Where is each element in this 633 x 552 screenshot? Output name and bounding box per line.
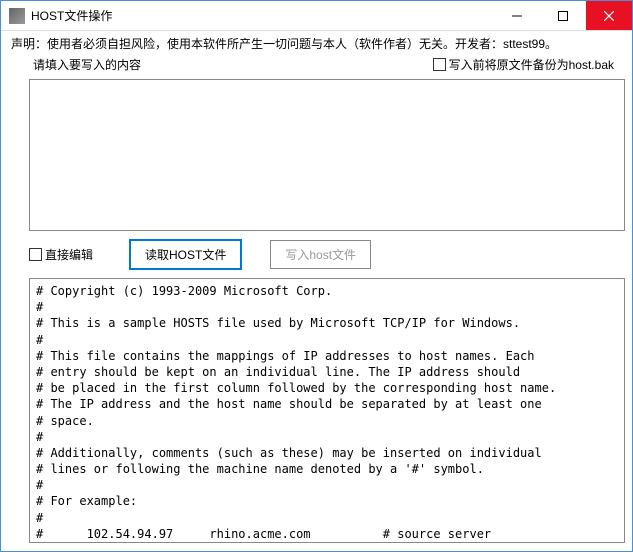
- button-row: 直接编辑 读取HOST文件 写入host文件: [29, 239, 622, 270]
- input-label: 请填入要写入的内容: [33, 56, 141, 73]
- window-title: HOST文件操作: [31, 7, 494, 24]
- backup-checkbox[interactable]: [433, 58, 446, 71]
- input-header-row: 请填入要写入的内容 写入前将原文件备份为host.bak: [11, 56, 622, 73]
- hosts-content-display[interactable]: # Copyright (c) 1993-2009 Microsoft Corp…: [29, 278, 625, 543]
- app-window: HOST文件操作 声明：使用者必须自担风险，使用本软件所产生一切问题与本人（软件…: [0, 0, 633, 552]
- direct-edit-wrap[interactable]: 直接编辑: [29, 246, 93, 263]
- content-area: 声明：使用者必须自担风险，使用本软件所产生一切问题与本人（软件作者）无关。开发者…: [1, 31, 632, 551]
- direct-edit-label: 直接编辑: [45, 246, 93, 263]
- window-controls: [494, 1, 632, 30]
- backup-checkbox-label: 写入前将原文件备份为host.bak: [449, 56, 614, 73]
- maximize-button[interactable]: [540, 1, 586, 30]
- direct-edit-checkbox[interactable]: [29, 248, 42, 261]
- close-icon: [604, 11, 614, 21]
- minimize-button[interactable]: [494, 1, 540, 30]
- app-icon: [9, 8, 25, 24]
- disclaimer-text: 声明：使用者必须自担风险，使用本软件所产生一切问题与本人（软件作者）无关。开发者…: [11, 35, 622, 52]
- maximize-icon: [558, 11, 568, 21]
- minimize-icon: [512, 11, 522, 21]
- close-button[interactable]: [586, 1, 632, 30]
- read-host-button[interactable]: 读取HOST文件: [129, 239, 242, 270]
- titlebar: HOST文件操作: [1, 1, 632, 31]
- hosts-input-textarea[interactable]: [29, 79, 625, 231]
- backup-checkbox-wrap[interactable]: 写入前将原文件备份为host.bak: [433, 56, 614, 73]
- write-host-button[interactable]: 写入host文件: [270, 240, 371, 269]
